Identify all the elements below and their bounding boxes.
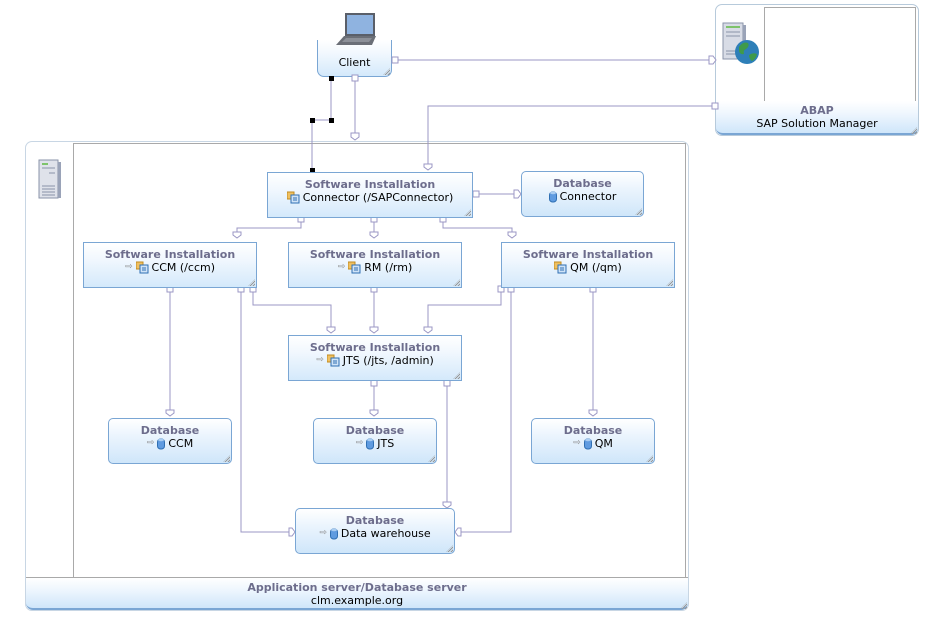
node-name: Data warehouse <box>340 527 431 540</box>
arrow-head <box>454 527 462 537</box>
database-icon <box>329 528 338 539</box>
wire-qm-jts <box>427 292 502 328</box>
component-icon <box>326 354 340 367</box>
node-name: JTS (/jts, /admin) <box>342 354 434 367</box>
arrow-head <box>423 163 433 171</box>
deploy-arrow-icon: ⇨ <box>125 262 133 272</box>
wire-ccm-jts <box>252 292 332 328</box>
resize-grip[interactable] <box>428 455 435 462</box>
arrow-head <box>507 231 517 239</box>
node-name: CCM <box>168 437 194 450</box>
selection-handle <box>329 118 334 123</box>
node-type-label: Software Installation <box>309 341 441 354</box>
deploy-arrow-icon: ⇨ <box>146 438 155 448</box>
resize-grip[interactable] <box>464 209 471 216</box>
software-installation-qm[interactable]: Software Installation QM (/qm) <box>501 242 675 288</box>
node-name: JTS <box>377 437 395 450</box>
port <box>351 74 359 82</box>
arrow-head <box>350 132 360 141</box>
wire-connector-abap <box>427 105 715 170</box>
software-installation-ccm[interactable]: Software Installation ⇨ CCM (/ccm) <box>83 242 257 288</box>
deploy-arrow-icon: ⇨ <box>573 438 581 448</box>
resize-grip[interactable] <box>453 372 460 379</box>
resize-grip[interactable] <box>446 545 453 552</box>
node-name: Connector (/SAPConnector) <box>302 191 454 204</box>
database-icon <box>548 191 557 202</box>
arrow-head <box>326 326 336 334</box>
node-type-label: Database <box>345 424 405 437</box>
arrow-head <box>369 326 379 334</box>
software-installation-jts[interactable]: Software Installation ⇨ JTS (/jts, /admi… <box>288 335 462 381</box>
resize-grip[interactable] <box>635 208 642 215</box>
resize-grip[interactable] <box>223 455 230 462</box>
selection-handle <box>310 118 315 123</box>
database-connector[interactable]: Database Connector <box>521 171 644 217</box>
port <box>711 102 719 110</box>
deploy-arrow-icon: ⇨ <box>316 355 324 365</box>
software-installation-connector[interactable]: Software Installation Connector (/SAPCon… <box>267 172 473 218</box>
node-type-label: Software Installation <box>522 248 654 261</box>
deploy-arrow-icon: ⇨ <box>319 528 327 538</box>
database-jts[interactable]: Database ⇨ JTS <box>313 418 437 464</box>
node-name: QM (/qm) <box>570 261 622 274</box>
port <box>472 190 480 198</box>
component-icon <box>286 191 300 204</box>
node-name: CCM (/ccm) <box>151 261 215 274</box>
resize-grip[interactable] <box>646 455 653 462</box>
resize-grip[interactable] <box>666 279 673 286</box>
arrow-head <box>423 326 433 334</box>
deploy-arrow-icon: ⇨ <box>337 262 346 272</box>
component-icon <box>135 261 149 274</box>
node-name: QM <box>594 437 613 450</box>
arrow-head <box>513 189 522 199</box>
connection-lines <box>165 55 719 537</box>
deploy-arrow-icon: ⇨ <box>355 438 364 448</box>
component-icon <box>348 261 361 274</box>
wire-ccm-dw <box>240 292 289 533</box>
node-type-label: Database <box>563 424 623 437</box>
database-icon <box>157 438 166 449</box>
database-qm[interactable]: Database ⇨ QM <box>531 418 655 464</box>
node-name: RM (/rm) <box>364 261 413 274</box>
node-type-label: Database <box>345 514 405 527</box>
node-type-label: Software Installation <box>304 178 436 191</box>
wire-client-connector <box>311 78 332 171</box>
component-icon <box>554 261 567 274</box>
arrow-head <box>708 55 717 65</box>
arrow-head <box>165 409 175 417</box>
database-data-warehouse[interactable]: Database ⇨ Data warehouse <box>295 508 455 554</box>
node-type-label: Database <box>553 177 612 190</box>
software-installation-rm[interactable]: Software Installation ⇨ RM (/rm) <box>288 242 462 288</box>
wire-connector-ccm <box>236 222 302 234</box>
arrow-head <box>369 409 379 417</box>
port <box>391 56 399 64</box>
node-type-label: Software Installation <box>104 248 236 261</box>
wire-qm-dw <box>461 292 512 533</box>
node-name: Connector <box>559 190 617 203</box>
database-icon <box>366 438 375 449</box>
wire-connector-qm <box>442 222 513 234</box>
resize-grip[interactable] <box>248 279 255 286</box>
arrow-head <box>232 231 242 239</box>
arrow-head <box>588 409 598 417</box>
selection-handle <box>329 76 334 81</box>
node-type-label: Software Installation <box>309 248 441 261</box>
database-icon <box>583 438 592 449</box>
node-type-label: Database <box>140 424 200 437</box>
arrow-head <box>369 231 379 239</box>
resize-grip[interactable] <box>453 279 460 286</box>
database-ccm[interactable]: Database ⇨ CCM <box>108 418 232 464</box>
